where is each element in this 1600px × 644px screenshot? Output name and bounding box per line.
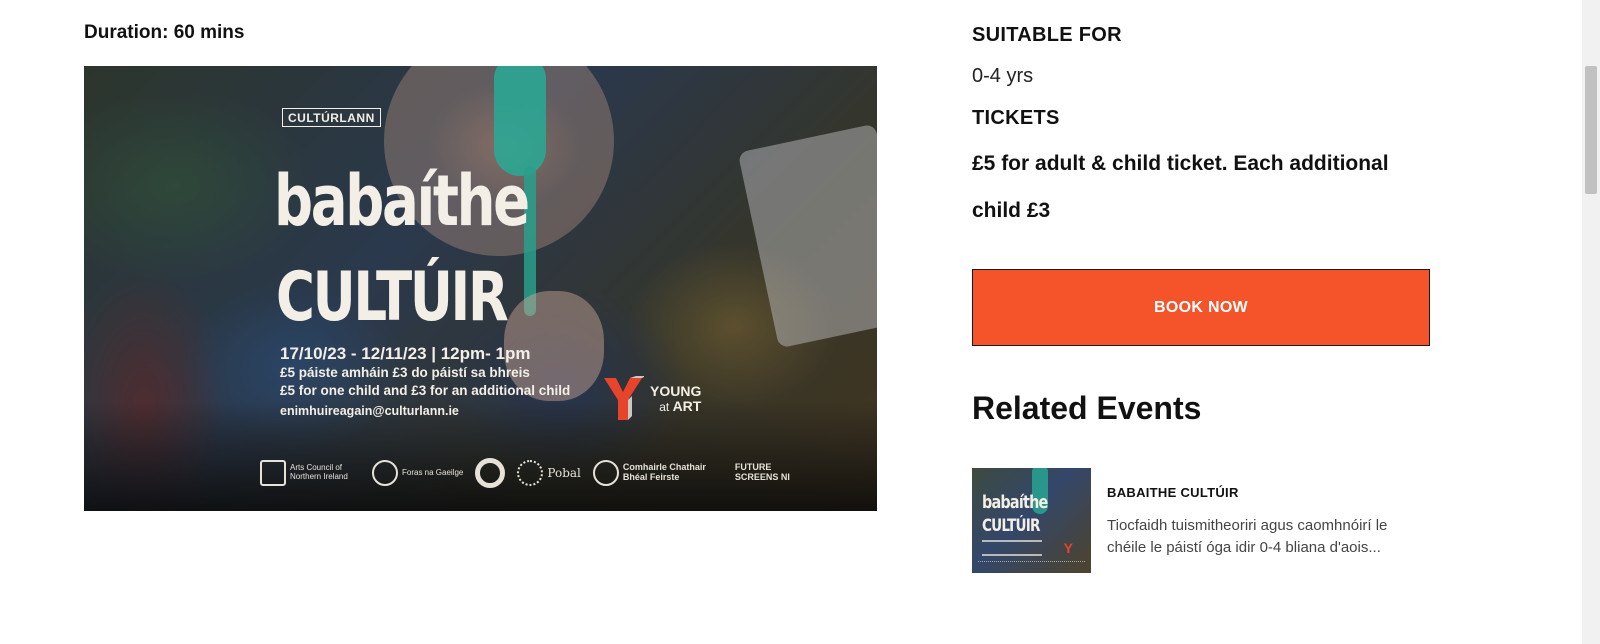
- culturlann-logo: CULTÚRLANN: [282, 108, 381, 127]
- thumb-y-icon: Y: [1063, 540, 1073, 556]
- duration-text: Duration: 60 mins: [84, 22, 245, 43]
- pobal-logo: Pobal: [517, 460, 581, 486]
- arts-council-icon: [260, 460, 286, 486]
- young-at-art-text: YOUNG at ART: [650, 382, 702, 415]
- suitable-for-value: 0-4 yrs: [972, 65, 1034, 87]
- ring-logo: [475, 458, 506, 488]
- at-text: at: [659, 400, 670, 414]
- art-text: ART: [672, 398, 702, 414]
- arts-council-logo: Arts Council of Northern Ireland: [260, 460, 360, 486]
- flower-icon: [517, 460, 544, 486]
- tickets-label: TICKETS: [972, 107, 1060, 129]
- poster-info-english: £5 for one child and £3 for an additiona…: [280, 383, 571, 398]
- young-at-art-logo: YOUNG at ART: [602, 376, 701, 422]
- poster-title-line2: CULTÚIR: [276, 258, 509, 337]
- book-now-button[interactable]: BOOK NOW: [972, 269, 1430, 346]
- crest-icon: [592, 460, 619, 486]
- related-event-title-link[interactable]: BABAITHE CULTÚIR: [1107, 485, 1239, 500]
- thumb-sponsor-strip: [978, 561, 1085, 569]
- poster-title-line1: babaíthe: [274, 160, 530, 242]
- poster-bottom-shade: [84, 401, 877, 511]
- foras-na-gaeilge-logo: Foras na Gaeilge: [372, 460, 463, 486]
- suitable-for-label: SUITABLE FOR: [972, 24, 1122, 46]
- young-text: YOUNG: [650, 382, 702, 399]
- belfast-council-logo: Comhairle Chathair Bhéal Feirste: [592, 460, 723, 486]
- poster-info-irish: £5 páiste amháin £3 do páistí sa bhreis: [280, 365, 530, 380]
- related-events-heading: Related Events: [972, 390, 1202, 426]
- poster-photo-tub: [737, 123, 877, 349]
- page-scrollbar[interactable]: [1582, 0, 1600, 644]
- thumb-text-lines: [982, 540, 1042, 556]
- related-event-thumbnail[interactable]: babaíthe CULTÚIR Y: [972, 468, 1091, 573]
- young-at-art-y-icon: [602, 376, 646, 422]
- scrollbar-thumb[interactable]: [1585, 66, 1597, 194]
- poster-dates: 17/10/23 - 12/11/23 | 12pm- 1pm: [280, 344, 531, 363]
- thumb-title-line2: CULTÚIR: [982, 516, 1041, 536]
- related-event-description: Tiocfaidh tuismitheoriri agus caomhnóirí…: [1107, 517, 1388, 556]
- poster-email: enimhuireagain@culturlann.ie: [280, 404, 459, 418]
- future-screens-logo: FUTURE SCREENS NI: [734, 462, 790, 482]
- thumb-title-line1: babaíthe: [982, 492, 1048, 513]
- spiral-icon: [372, 460, 398, 486]
- event-poster-image: CULTÚRLANN babaíthe CULTÚIR 17/10/23 - 1…: [84, 66, 877, 511]
- ring-icon: [475, 458, 506, 488]
- tickets-value: £5 for adult & child ticket. Each additi…: [972, 152, 1389, 222]
- sponsor-logos: Arts Council of Northern Ireland Foras n…: [260, 458, 795, 488]
